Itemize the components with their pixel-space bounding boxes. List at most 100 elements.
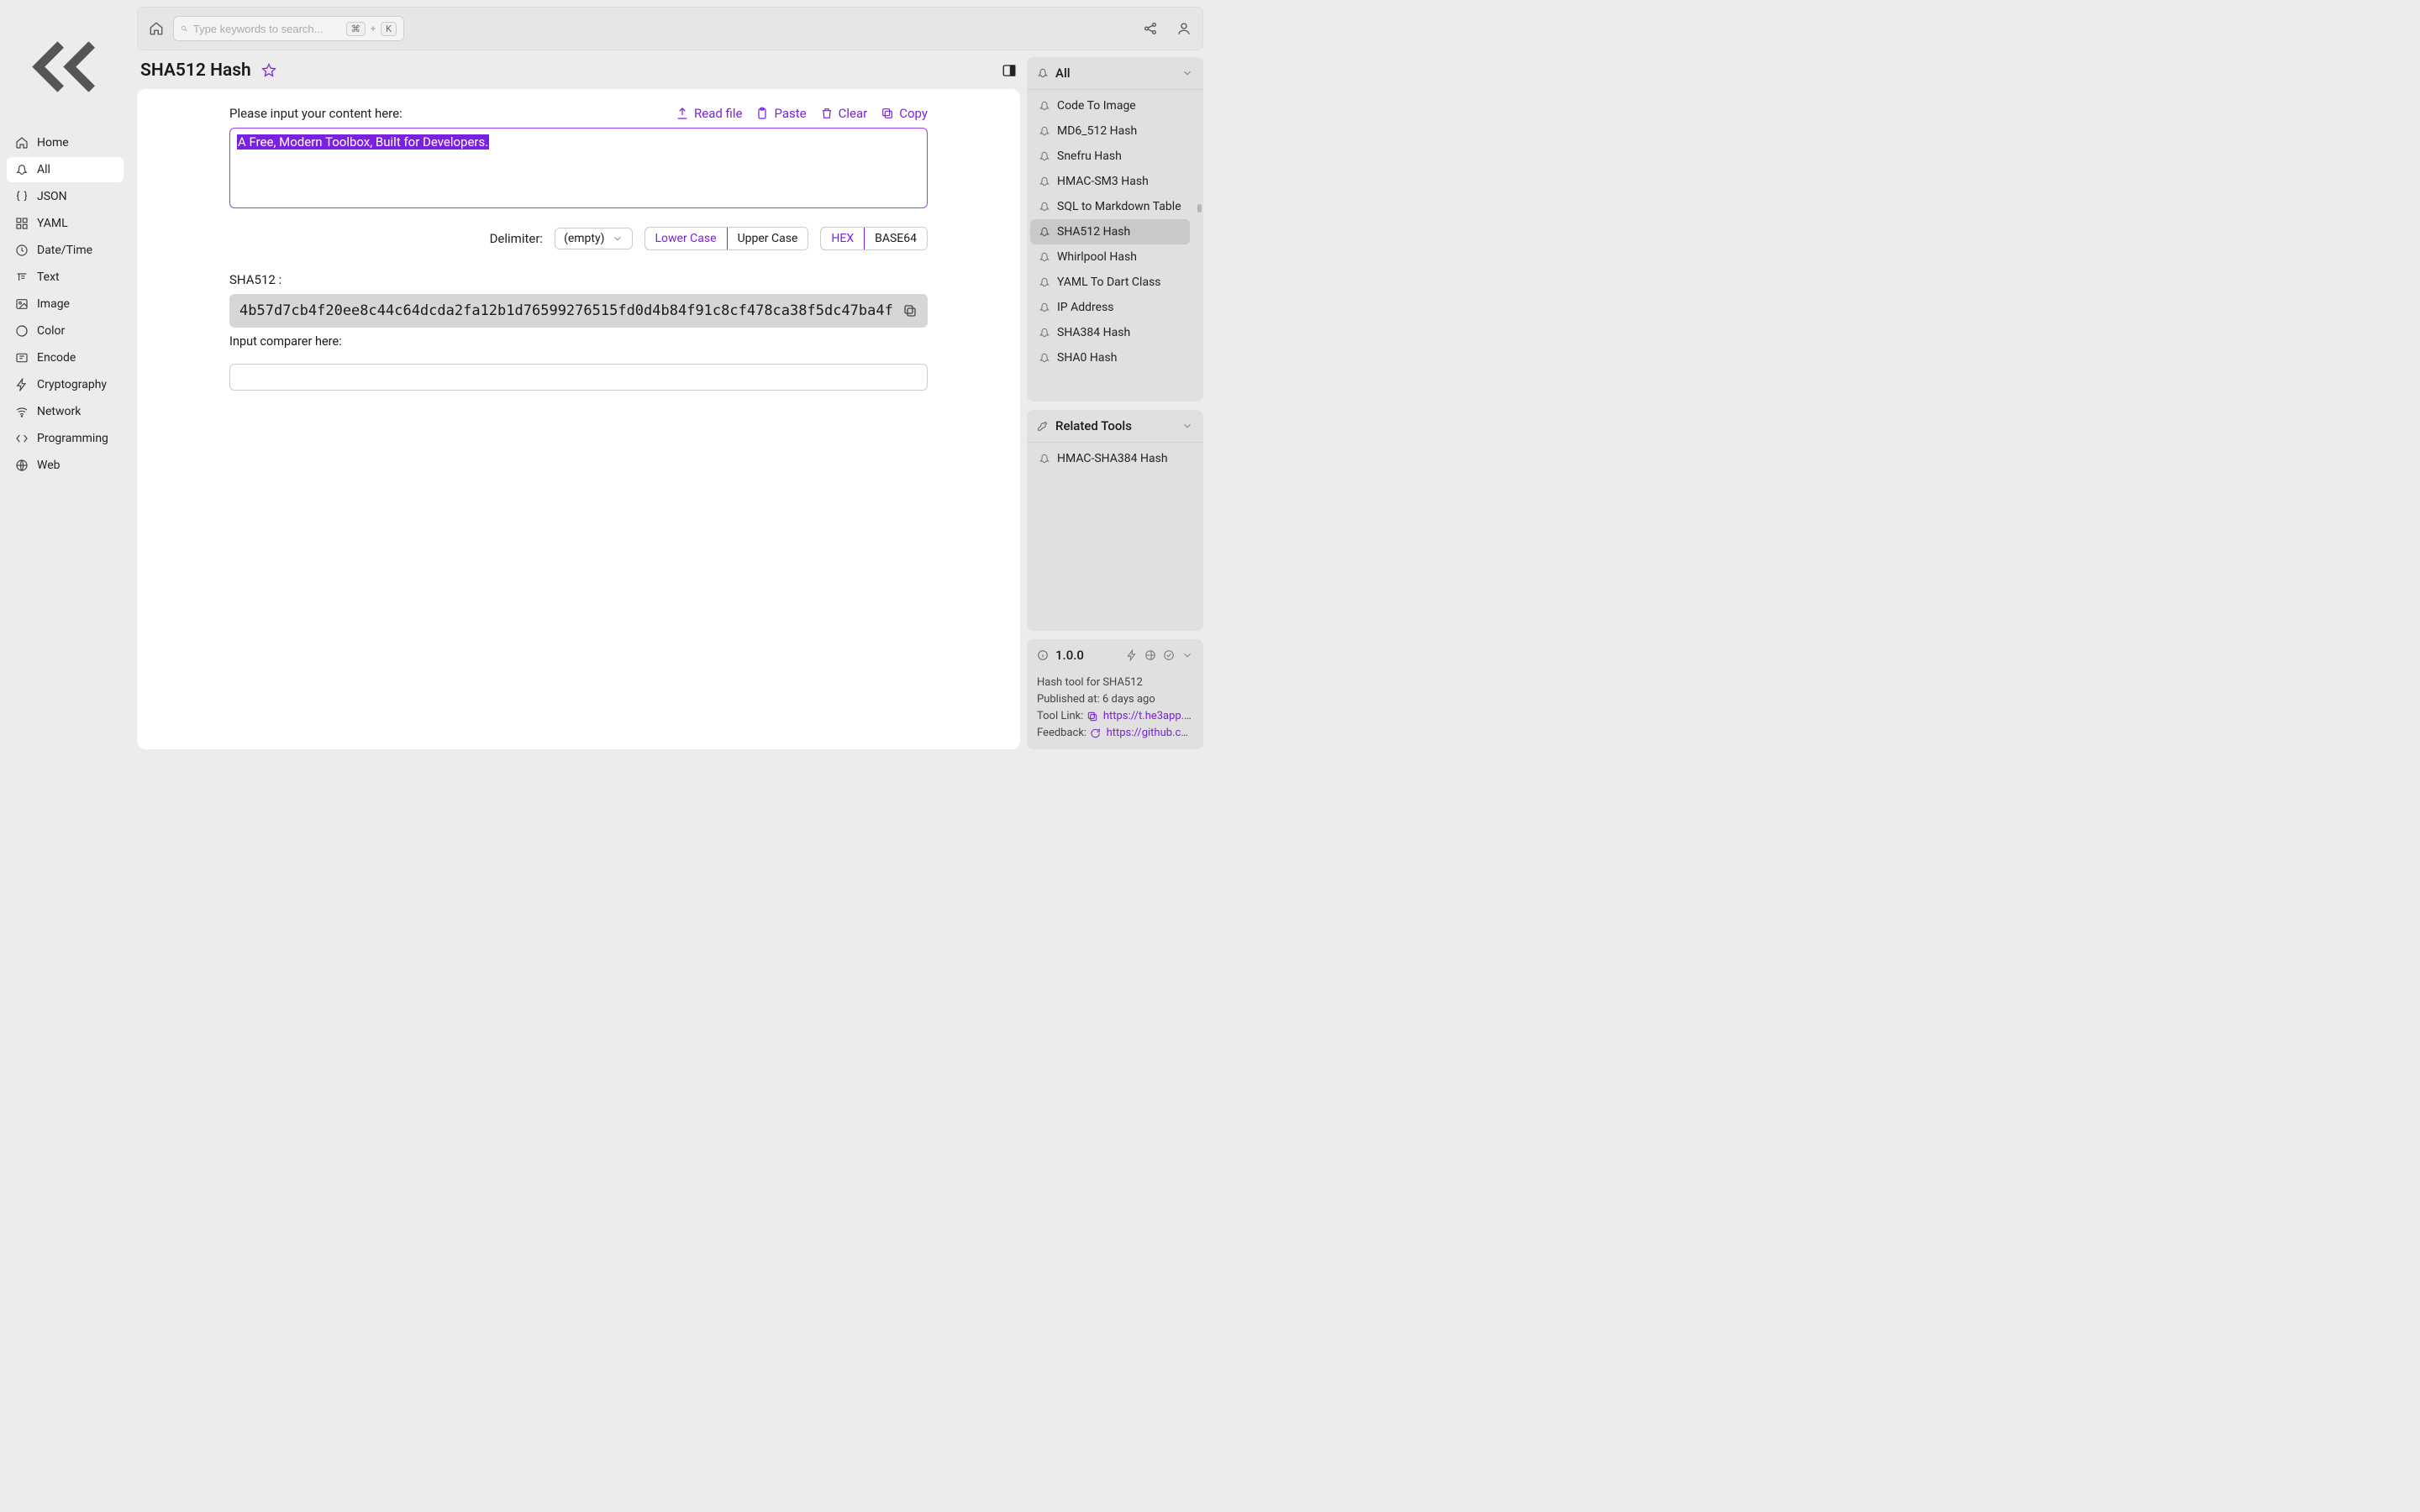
copy-icon <box>881 107 894 120</box>
item-label: YAML To Dart Class <box>1057 276 1161 289</box>
search-box[interactable]: ⌘ + K <box>173 16 404 41</box>
content-input[interactable]: A Free, Modern Toolbox, Built for Develo… <box>229 128 928 208</box>
tool-item-ip[interactable]: IP Address <box>1030 295 1190 320</box>
copy-icon <box>902 303 918 318</box>
all-tools-list[interactable]: Code To Image MD6_512 Hash Snefru Hash H… <box>1027 90 1193 402</box>
grid-icon <box>15 217 29 230</box>
nav-image[interactable]: Image <box>7 291 124 317</box>
tool-item-whirlpool[interactable]: Whirlpool Hash <box>1030 244 1190 270</box>
tool-item-snefru[interactable]: Snefru Hash <box>1030 144 1190 169</box>
nav-label: Web <box>37 459 60 472</box>
nav-label: Image <box>37 297 70 311</box>
item-label: SHA512 Hash <box>1057 225 1130 239</box>
tool-item-hmac-sha384[interactable]: HMAC-SHA384 Hash <box>1030 446 1200 471</box>
account-button[interactable] <box>1176 20 1192 37</box>
lightning-icon <box>1126 649 1138 661</box>
paste-button[interactable]: Paste <box>755 106 806 121</box>
panel-header-all[interactable]: All <box>1027 57 1203 90</box>
hex-button[interactable]: HEX <box>820 227 865 250</box>
copy-button[interactable]: Copy <box>881 106 928 121</box>
bell-icon <box>1039 201 1050 213</box>
topbar: ⌘ + K <box>137 7 1203 50</box>
nav-label: Cryptography <box>37 378 107 391</box>
info-feedback: Feedback: https://github.com/… <box>1037 727 1193 739</box>
tool-item-sha0[interactable]: SHA0 Hash <box>1030 345 1190 370</box>
nav-programming[interactable]: Programming <box>7 426 124 451</box>
tool-item-sql-md[interactable]: SQL to Markdown Table <box>1030 194 1190 219</box>
nav-text[interactable]: Text <box>7 265 124 290</box>
tool-item-hmac-sm3[interactable]: HMAC-SM3 Hash <box>1030 169 1190 194</box>
home-button[interactable] <box>148 20 165 37</box>
code-icon <box>15 432 29 445</box>
delimiter-label: Delimiter: <box>490 231 543 246</box>
kbd-key: K <box>381 22 397 36</box>
sidebar-collapse-button[interactable] <box>7 8 124 125</box>
item-label: SHA384 Hash <box>1057 326 1130 339</box>
related-list: HMAC-SHA384 Hash <box>1027 443 1203 475</box>
action-label: Read file <box>694 106 742 121</box>
tool-item-sha512[interactable]: SHA512 Hash <box>1030 219 1190 244</box>
lower-case-button[interactable]: Lower Case <box>644 227 728 250</box>
clipboard-icon <box>755 107 769 120</box>
item-label: Code To Image <box>1057 99 1136 113</box>
encoding-segment: HEX BASE64 <box>820 227 928 250</box>
tool-link[interactable]: https://t.he3app.co… <box>1103 710 1193 722</box>
share-button[interactable] <box>1142 20 1159 37</box>
related-tools-panel: Related Tools HMAC-SHA384 Hash <box>1027 410 1203 631</box>
bell-icon <box>1039 125 1050 137</box>
feedback-link[interactable]: https://github.com/… <box>1107 727 1193 739</box>
compare-input[interactable] <box>229 364 928 391</box>
bell-icon <box>1039 302 1050 313</box>
base64-button[interactable]: BASE64 <box>865 228 927 249</box>
star-icon <box>261 63 276 78</box>
read-file-button[interactable]: Read file <box>676 106 742 121</box>
check-circle-icon <box>1163 649 1175 661</box>
nav-network[interactable]: Network <box>7 399 124 424</box>
clear-button[interactable]: Clear <box>820 106 868 121</box>
item-label: SQL to Markdown Table <box>1057 200 1181 213</box>
copy-icon[interactable] <box>1086 711 1098 722</box>
nav-home[interactable]: Home <box>7 130 124 155</box>
favorite-button[interactable] <box>261 63 276 78</box>
nav-cryptography[interactable]: Cryptography <box>7 372 124 397</box>
nav-label: Text <box>37 270 60 284</box>
nav-datetime[interactable]: Date/Time <box>7 238 124 263</box>
bell-icon <box>1039 100 1050 112</box>
nav-color[interactable]: Color <box>7 318 124 344</box>
item-label: Snefru Hash <box>1057 150 1122 163</box>
result-box: 4b57d7cb4f20ee8c44c64dcda2fa12b1d7659927… <box>229 294 928 328</box>
page-header: SHA512 Hash <box>137 57 1020 89</box>
bell-icon <box>1039 150 1050 162</box>
nav-label: Encode <box>37 351 76 365</box>
panel-toggle-button[interactable] <box>1002 63 1017 78</box>
bell-icon <box>1039 226 1050 238</box>
copy-result-button[interactable] <box>902 303 918 318</box>
tool-item-code-to-image[interactable]: Code To Image <box>1030 93 1190 118</box>
delimiter-select[interactable]: (empty) <box>555 228 632 249</box>
nav-yaml[interactable]: YAML <box>7 211 124 236</box>
info-body: Hash tool for SHA512 Published at: 6 day… <box>1027 671 1203 749</box>
nav-web[interactable]: Web <box>7 453 124 478</box>
clock-icon <box>15 244 29 257</box>
tool-item-md6-512[interactable]: MD6_512 Hash <box>1030 118 1190 144</box>
tool-item-sha384[interactable]: SHA384 Hash <box>1030 320 1190 345</box>
upper-case-button[interactable]: Upper Case <box>728 228 808 249</box>
upload-icon <box>676 107 689 120</box>
content-row: SHA512 Hash Please input your content he… <box>130 50 1210 756</box>
panel-header-related[interactable]: Related Tools <box>1027 410 1203 443</box>
message-icon[interactable] <box>1089 727 1101 739</box>
info-panel: 1.0.0 Hash tool for SHA512 Published at:… <box>1027 639 1203 749</box>
scrollbar-thumb[interactable] <box>1197 204 1202 213</box>
home-icon <box>15 136 29 150</box>
item-label: HMAC-SHA384 Hash <box>1057 452 1168 465</box>
nav-all[interactable]: All <box>7 157 124 182</box>
search-input[interactable] <box>193 23 341 35</box>
info-header[interactable]: 1.0.0 <box>1027 639 1203 671</box>
bell-icon <box>1039 251 1050 263</box>
nav-json[interactable]: JSON <box>7 184 124 209</box>
nav-encode[interactable]: Encode <box>7 345 124 370</box>
info-description: Hash tool for SHA512 <box>1037 676 1193 689</box>
tool-item-yaml-dart[interactable]: YAML To Dart Class <box>1030 270 1190 295</box>
user-icon <box>1176 21 1192 36</box>
globe-icon <box>1144 649 1156 661</box>
